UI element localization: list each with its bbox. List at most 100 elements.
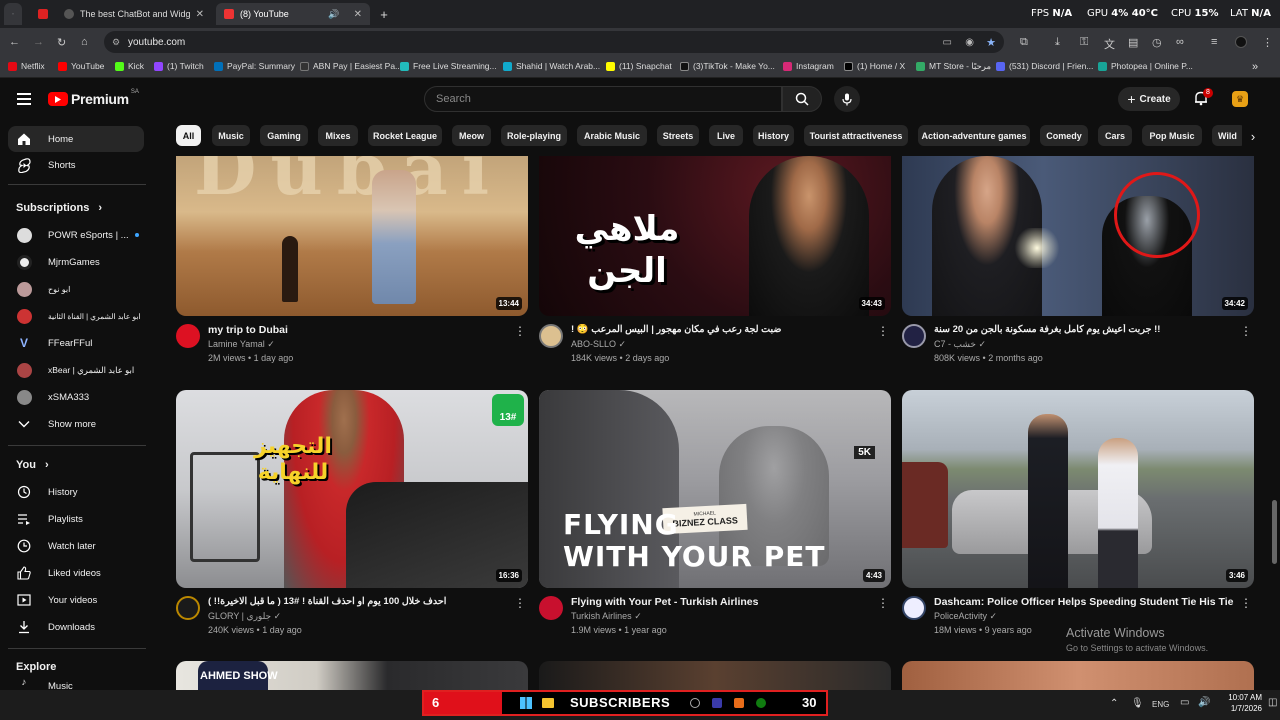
bookmark-abn[interactable]: ABN Pay | Easiest Pa... <box>300 61 402 71</box>
history-icon[interactable]: ◷ <box>1152 36 1162 49</box>
sidebar-item-downloads[interactable]: Downloads <box>8 614 144 640</box>
bookmark-discord[interactable]: (531) Discord | Frien... <box>996 61 1093 71</box>
video-thumbnail[interactable]: 3:46 <box>902 390 1254 588</box>
chip[interactable]: Live <box>709 125 743 146</box>
subscription-item[interactable]: ابو عابد الشمري | القناة الثانية <box>8 303 144 329</box>
channel-name[interactable]: Lamine Yamal ✓ <box>208 339 275 350</box>
volume-icon[interactable]: 🔊 <box>1198 697 1210 708</box>
search-button[interactable] <box>782 86 822 112</box>
bookmark-youtube[interactable]: YouTube <box>58 61 104 71</box>
chip[interactable]: Rocket League <box>368 125 442 146</box>
more-options-icon[interactable]: ⋮ <box>514 324 526 338</box>
subscriptions-header[interactable]: Subscriptions › <box>16 202 102 214</box>
video-title[interactable]: Dashcam: Police Officer Helps Speeding S… <box>934 596 1234 608</box>
channel-avatar[interactable] <box>176 324 200 348</box>
voice-search-button[interactable] <box>834 86 860 112</box>
close-icon[interactable]: ✕ <box>354 9 362 20</box>
extensions-icon[interactable]: ⧉ <box>1020 36 1028 49</box>
chip[interactable]: Mixes <box>318 125 358 146</box>
tab-chatbot[interactable]: The best ChatBot and Widgets ✕ <box>56 3 212 25</box>
account-avatar[interactable]: ♛ <box>1232 91 1248 107</box>
sidebar-item-liked[interactable]: Liked videos <box>8 560 144 586</box>
video-title[interactable]: Flying with Your Pet - Turkish Airlines <box>571 596 871 608</box>
tab-youtube[interactable]: (8) YouTube 🔊 ✕ <box>216 3 370 25</box>
video-thumbnail[interactable]: ملاهي الجن 34:43 <box>539 156 891 316</box>
sidebar-item-shorts[interactable]: Shorts <box>8 152 144 178</box>
bookmark-mtstore[interactable]: MT Store - مرحبًا <box>916 61 991 72</box>
chip[interactable]: Action-adventure games <box>918 125 1030 146</box>
notification-center-icon[interactable]: ◫ <box>1268 697 1277 708</box>
bookmark-paypal[interactable]: PayPal: Summary <box>214 61 295 71</box>
download-icon[interactable]: ⤓ <box>1055 36 1060 49</box>
video-thumbnail[interactable]: MICHAEL BIZNEZ CLASS FLYING WITH YOUR PE… <box>539 390 891 588</box>
chips-next-button[interactable]: › <box>1242 125 1264 147</box>
channel-name[interactable]: GLORY | جلوري ✓ <box>208 611 281 622</box>
xbox-icon[interactable] <box>756 698 766 708</box>
sidebar-item-your-videos[interactable]: Your videos <box>8 587 144 613</box>
chip[interactable]: History <box>753 125 794 146</box>
card-icon[interactable]: ▤ <box>1128 36 1138 49</box>
channel-avatar[interactable] <box>539 596 563 620</box>
chip[interactable]: Cars <box>1098 125 1132 146</box>
taskbar-app-icon[interactable] <box>712 698 722 708</box>
subscription-item[interactable]: xBear | ابو عابد الشمري <box>8 357 144 383</box>
bookmark-shahid[interactable]: Shahid | Watch Arab... <box>503 61 600 71</box>
chip-all[interactable]: All <box>176 125 201 146</box>
notifications-button[interactable]: 8 <box>1193 88 1213 108</box>
site-info-icon[interactable]: ⚙ <box>112 37 120 48</box>
new-tab-button[interactable]: + <box>374 3 394 25</box>
chip[interactable]: Role-playing <box>501 125 567 146</box>
page-scrollbar[interactable] <box>1272 500 1277 564</box>
youtube-premium-logo[interactable]: Premium SA <box>48 89 139 107</box>
show-more-button[interactable]: Show more <box>8 411 144 437</box>
bookmark-streaming[interactable]: Free Live Streaming... <box>400 61 497 71</box>
back-icon[interactable]: ← <box>9 36 20 48</box>
channel-name[interactable]: Turkish Airlines ✓ <box>571 611 642 622</box>
link-icon[interactable]: ∞ <box>1176 36 1184 48</box>
video-title[interactable]: ! 😳 ضبت لجة رعب في مكان مهجور | البيس ال… <box>571 324 871 335</box>
subscription-item[interactable]: POWR eSports | ... <box>8 222 144 248</box>
sidebar-item-history[interactable]: History <box>8 479 144 505</box>
bookmarks-overflow-icon[interactable]: » <box>1252 61 1258 73</box>
key-icon[interactable]: ⚿ <box>1080 36 1088 49</box>
channel-avatar[interactable] <box>176 596 200 620</box>
bookmark-instagram[interactable]: Instagram <box>783 61 834 71</box>
channel-avatar[interactable] <box>902 596 926 620</box>
taskbar-app-icon[interactable] <box>690 698 700 708</box>
video-thumbnail[interactable]: Dubai 13:44 <box>176 156 528 316</box>
reading-list-icon[interactable]: ≡ <box>1211 36 1217 48</box>
chip[interactable]: Tourist attractiveness <box>804 125 908 146</box>
eye-off-icon[interactable]: ◉ <box>965 37 974 48</box>
more-options-icon[interactable]: ⋮ <box>877 596 889 610</box>
sidebar-item-music[interactable]: ♪ Music <box>8 677 144 690</box>
chip[interactable]: Arabic Music <box>577 125 647 146</box>
sidebar-item-playlists[interactable]: Playlists <box>8 506 144 532</box>
subscription-item[interactable]: V FFearFFul <box>8 330 144 356</box>
subscription-item[interactable]: ابو نوح <box>8 276 144 302</box>
you-header[interactable]: You › <box>16 459 49 471</box>
bookmark-kick[interactable]: Kick <box>115 61 144 71</box>
video-thumbnail[interactable] <box>539 661 891 690</box>
video-thumbnail[interactable]: التجهيز للنهاية 13# 16:36 <box>176 390 528 588</box>
video-title[interactable]: احدف خلال 100 يوم او احذف القناة ! #13 (… <box>208 596 508 607</box>
more-options-icon[interactable]: ⋮ <box>514 596 526 610</box>
home-icon[interactable]: ⌂ <box>81 36 88 48</box>
bookmark-star-icon[interactable]: ★ <box>986 36 996 49</box>
tray-overflow-icon[interactable]: ⌃ <box>1110 698 1118 709</box>
translate-icon[interactable]: 文 <box>1104 36 1115 52</box>
hamburger-menu-icon[interactable] <box>17 93 31 105</box>
channel-name[interactable]: ABO-SLLO ✓ <box>571 339 626 350</box>
network-icon[interactable]: ▭ <box>1180 697 1189 708</box>
close-icon[interactable]: ✕ <box>196 9 204 20</box>
sidebar-item-watch-later[interactable]: Watch later <box>8 533 144 559</box>
cast-icon[interactable]: ▭ <box>943 37 952 48</box>
video-title[interactable]: my trip to Dubai <box>208 324 508 336</box>
more-options-icon[interactable]: ⋮ <box>1240 596 1252 610</box>
channel-avatar[interactable] <box>902 324 926 348</box>
subscription-item[interactable]: MjrmGames <box>8 249 144 275</box>
tab-list-button[interactable] <box>4 3 22 25</box>
sidebar-item-home[interactable]: Home <box>8 126 144 152</box>
bookmark-snapchat[interactable]: (11) Snapchat <box>606 61 672 71</box>
language-indicator[interactable]: ENG <box>1152 700 1169 709</box>
search-input[interactable]: Search <box>424 86 782 112</box>
